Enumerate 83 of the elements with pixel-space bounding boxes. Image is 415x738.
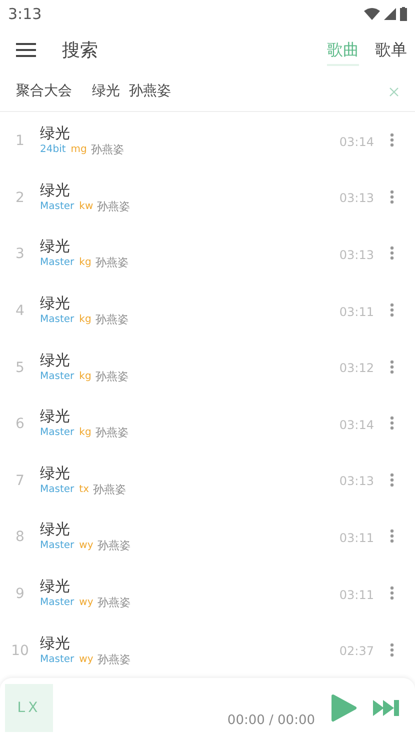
source-tag: tx (79, 482, 89, 497)
song-duration: 03:11 (339, 530, 374, 547)
source-tag: kg (79, 426, 92, 440)
song-duration: 03:13 (339, 473, 374, 490)
song-title[interactable]: 绿光 (40, 180, 130, 200)
more-icon[interactable] (390, 472, 394, 487)
quality-tag: Master (40, 426, 74, 440)
more-icon[interactable] (390, 416, 394, 430)
artist-name: 孙燕姿 (95, 256, 128, 270)
song-title[interactable]: 绿光 (40, 350, 128, 370)
track-number: 2 (14, 188, 26, 208)
source-tag: mg (70, 143, 87, 158)
track-number: 7 (14, 472, 26, 491)
track-number: 9 (14, 585, 26, 604)
song-title[interactable]: 绿光 (40, 236, 128, 256)
battery-icon (400, 7, 407, 21)
song-title[interactable]: 绿光 (40, 632, 130, 653)
wifi-icon (364, 8, 380, 20)
song-title[interactable]: 绿光 (40, 406, 128, 426)
song-duration: 03:13 (339, 190, 374, 208)
song-title[interactable]: 绿光 (40, 462, 126, 483)
source-tag: kg (79, 370, 92, 384)
quality-tag: Master (40, 200, 74, 214)
song-duration: 02:37 (339, 643, 374, 660)
more-icon[interactable] (390, 586, 394, 600)
song-duration: 03:14 (339, 416, 374, 434)
song-title[interactable]: 绿光 (40, 293, 128, 314)
status-time: 3:13 (8, 4, 42, 25)
playback-time: 00:00 / 00:00 (227, 712, 315, 730)
quality-tag: Master (40, 370, 74, 384)
source-tag: wy (79, 539, 94, 554)
artist-name: 孙燕姿 (95, 313, 128, 328)
source-selector[interactable]: 聚合大会 (16, 81, 72, 102)
artist-name: 孙燕姿 (97, 539, 130, 554)
quality-tag: Master (40, 313, 74, 328)
more-icon[interactable] (390, 246, 394, 260)
source-tag: kw (79, 200, 94, 214)
signal-icon (384, 8, 396, 20)
artist-name: 孙燕姿 (90, 143, 124, 158)
quality-tag: Master (40, 596, 74, 610)
artist-name: 孙燕姿 (95, 426, 128, 440)
song-title[interactable]: 绿光 (40, 123, 124, 144)
more-icon[interactable] (390, 642, 394, 657)
song-duration: 03:11 (339, 304, 374, 321)
quality-tag: Master (40, 482, 74, 497)
source-tag: kg (79, 256, 92, 270)
artist-name: 孙燕姿 (97, 652, 130, 667)
menu-icon[interactable] (16, 42, 36, 58)
song-duration: 03:12 (339, 360, 374, 378)
artist-name: 孙燕姿 (95, 370, 128, 384)
song-duration: 03:14 (339, 134, 374, 151)
next-icon[interactable] (373, 698, 400, 718)
artist-name: 孙燕姿 (97, 200, 130, 214)
track-number: 3 (14, 245, 26, 264)
more-icon[interactable] (390, 190, 394, 204)
song-duration: 03:11 (339, 586, 374, 604)
page-title: 搜索 (62, 38, 98, 62)
source-tag: wy (79, 596, 94, 610)
more-icon[interactable] (390, 303, 394, 318)
artist-name: 孙燕姿 (93, 482, 126, 497)
track-number: 10 (10, 642, 30, 661)
track-number: 4 (14, 302, 26, 322)
artist-name: 孙燕姿 (97, 596, 130, 610)
track-number: 6 (14, 415, 26, 434)
song-title[interactable]: 绿光 (40, 519, 130, 540)
quality-tag: Master (40, 539, 74, 554)
track-number: 1 (14, 132, 26, 152)
quality-tag: Master (40, 652, 74, 667)
quality-tag: 24bit (40, 143, 66, 158)
track-number: 8 (14, 528, 26, 548)
more-icon[interactable] (390, 133, 394, 148)
quality-tag: Master (40, 256, 74, 270)
song-duration: 03:13 (339, 246, 374, 264)
play-icon[interactable] (331, 694, 357, 722)
search-field[interactable]: 绿光 孙燕姿 (92, 81, 389, 102)
clear-icon[interactable] (389, 86, 399, 96)
more-icon[interactable] (390, 529, 394, 544)
tab[interactable]: 歌单 (375, 34, 407, 66)
track-number: 5 (14, 358, 26, 378)
source-tag: kg (79, 313, 92, 328)
more-icon[interactable] (390, 360, 394, 374)
song-title[interactable]: 绿光 (40, 576, 130, 596)
source-tag: wy (79, 652, 94, 667)
